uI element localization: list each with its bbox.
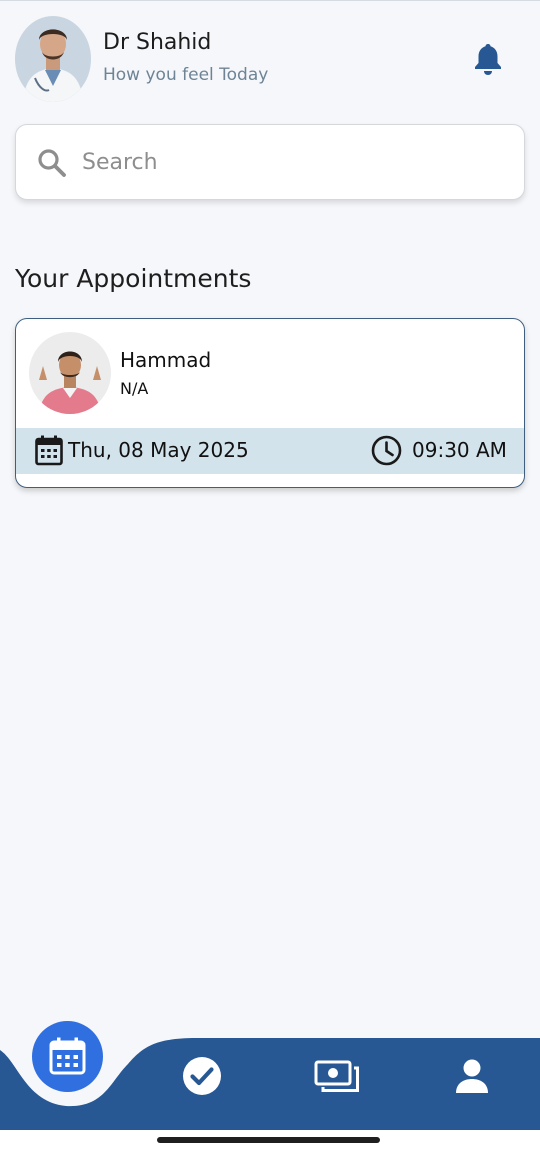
- header-subtitle: How you feel Today: [103, 65, 269, 85]
- header: Dr Shahid How you feel Today: [15, 16, 525, 102]
- calendar-icon: [49, 1037, 86, 1075]
- calendar-icon: [35, 435, 63, 466]
- appointment-datetime-strip: Thu, 08 May 2025 09:30 AM: [16, 428, 524, 474]
- doctor-name: Dr Shahid: [103, 30, 212, 55]
- appointment-date: Thu, 08 May 2025: [68, 438, 249, 462]
- person-icon[interactable]: [455, 1059, 489, 1093]
- search-input[interactable]: [82, 139, 502, 185]
- clock-icon: [371, 435, 402, 466]
- section-title: Your Appointments: [15, 264, 252, 293]
- bottom-navigation: [0, 1012, 540, 1130]
- patient-avatar: [29, 332, 111, 414]
- nav-appointments-button[interactable]: [32, 1021, 103, 1092]
- search-bar[interactable]: [15, 124, 525, 200]
- top-divider: [0, 0, 540, 1]
- doctor-avatar[interactable]: [15, 16, 91, 102]
- patient-detail: N/A: [120, 379, 149, 398]
- cash-icon[interactable]: [314, 1060, 360, 1093]
- search-icon: [36, 147, 68, 179]
- appointment-time: 09:30 AM: [412, 438, 507, 462]
- home-indicator[interactable]: [157, 1137, 380, 1143]
- appointment-card[interactable]: Hammad N/A Thu, 08 May 2025 09:30 AM: [15, 318, 525, 488]
- patient-name: Hammad: [120, 348, 212, 372]
- bell-icon[interactable]: [472, 42, 504, 76]
- check-circle-icon[interactable]: [182, 1056, 222, 1096]
